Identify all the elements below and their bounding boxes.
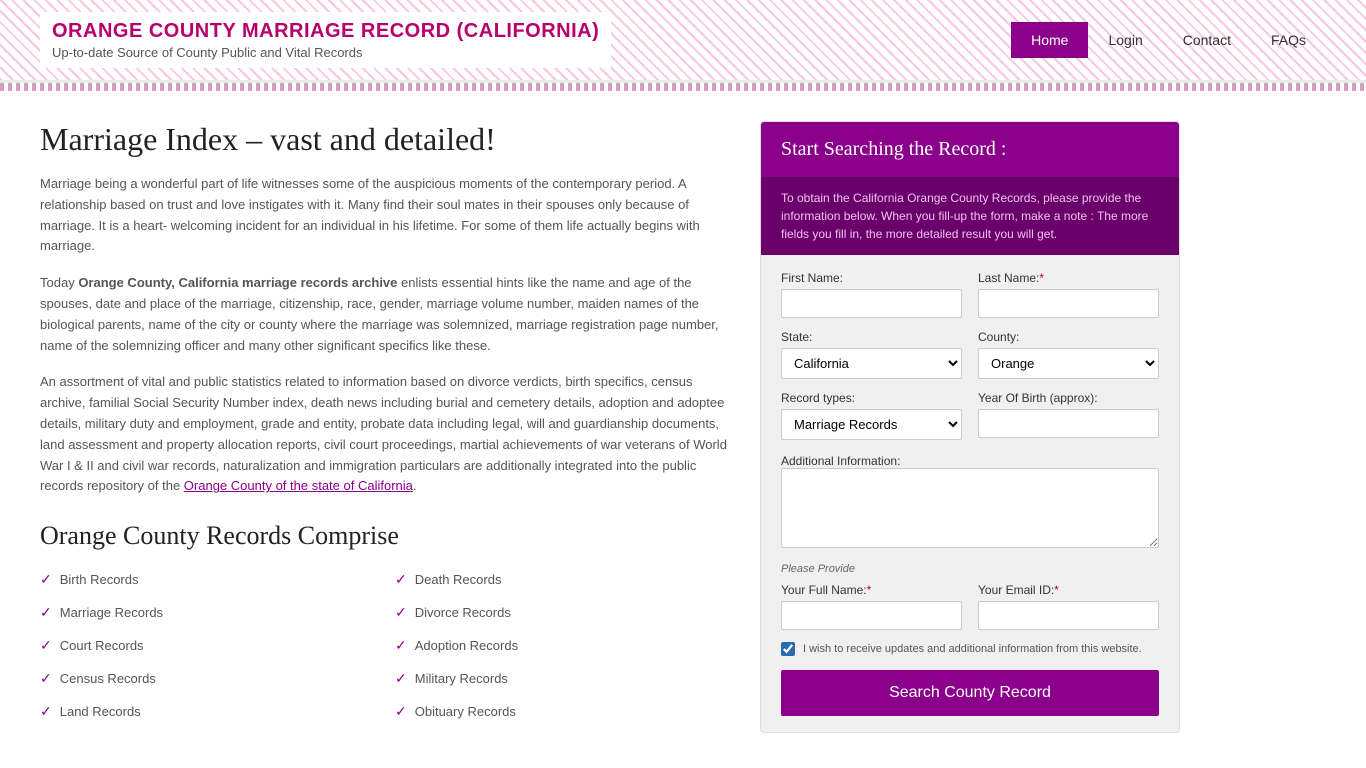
nav-faqs[interactable]: FAQs [1251, 22, 1326, 58]
list-item: ✓ Census Records [40, 666, 375, 691]
search-panel-description: To obtain the California Orange County R… [761, 177, 1179, 255]
last-name-input[interactable] [978, 289, 1159, 318]
check-icon: ✓ [40, 703, 52, 720]
check-icon: ✓ [40, 670, 52, 687]
header: ORANGE COUNTY MARRIAGE RECORD (CALIFORNI… [0, 0, 1366, 83]
state-county-row: State: California New York Texas Florida… [781, 330, 1159, 379]
first-name-label: First Name: [781, 271, 962, 285]
first-name-group: First Name: [781, 271, 962, 318]
name-row: First Name: Last Name:* [781, 271, 1159, 318]
state-select[interactable]: California New York Texas Florida [781, 348, 962, 379]
additional-info-textarea[interactable] [781, 468, 1159, 548]
paragraph-2: Today Orange County, California marriage… [40, 273, 730, 356]
record-type-label: Record types: [781, 391, 962, 405]
header-branding: ORANGE COUNTY MARRIAGE RECORD (CALIFORNI… [40, 12, 611, 68]
state-group: State: California New York Texas Florida [781, 330, 962, 379]
left-content: Marriage Index – vast and detailed! Marr… [40, 121, 730, 733]
state-label: State: [781, 330, 962, 344]
nav-contact[interactable]: Contact [1163, 22, 1251, 58]
email-label: Your Email ID:* [978, 583, 1159, 597]
last-name-required: * [1039, 271, 1044, 285]
record-type-group: Record types: Marriage Records Birth Rec… [781, 391, 962, 440]
site-title: ORANGE COUNTY MARRIAGE RECORD (CALIFORNI… [52, 20, 599, 43]
full-name-group: Your Full Name:* [781, 583, 962, 630]
newsletter-checkbox-row: I wish to receive updates and additional… [781, 642, 1159, 656]
list-item: ✓ Obituary Records [395, 699, 730, 724]
contact-row: Your Full Name:* Your Email ID:* [781, 583, 1159, 630]
paragraph-1: Marriage being a wonderful part of life … [40, 174, 730, 257]
email-group: Your Email ID:* [978, 583, 1159, 630]
main-nav: Home Login Contact FAQs [1011, 22, 1326, 58]
newsletter-label: I wish to receive updates and additional… [803, 643, 1142, 655]
site-subtitle: Up-to-date Source of County Public and V… [52, 45, 599, 60]
header-border-decoration [0, 83, 1366, 91]
list-item: ✓ Birth Records [40, 567, 375, 592]
check-icon: ✓ [395, 670, 407, 687]
check-icon: ✓ [40, 637, 52, 654]
search-panel-header: Start Searching the Record : [761, 122, 1179, 177]
newsletter-checkbox[interactable] [781, 642, 795, 656]
please-provide-label: Please Provide [781, 563, 1159, 575]
list-item: ✓ Death Records [395, 567, 730, 592]
county-select[interactable]: Orange Los Angeles San Diego Riverside [978, 348, 1159, 379]
list-item: ✓ Land Records [40, 699, 375, 724]
full-name-label: Your Full Name:* [781, 583, 962, 597]
nav-login[interactable]: Login [1088, 22, 1162, 58]
search-panel: Start Searching the Record : To obtain t… [760, 121, 1180, 733]
year-of-birth-input[interactable] [978, 409, 1159, 438]
list-item: ✓ Divorce Records [395, 600, 730, 625]
record-year-row: Record types: Marriage Records Birth Rec… [781, 391, 1159, 440]
email-input[interactable] [978, 601, 1159, 630]
nav-home[interactable]: Home [1011, 22, 1088, 58]
search-county-record-button[interactable]: Search County Record [781, 670, 1159, 716]
check-icon: ✓ [40, 604, 52, 621]
year-of-birth-group: Year Of Birth (approx): [978, 391, 1159, 440]
county-group: County: Orange Los Angeles San Diego Riv… [978, 330, 1159, 379]
search-form: First Name: Last Name:* State: [761, 255, 1179, 732]
full-name-required: * [867, 583, 872, 597]
list-item: ✓ Adoption Records [395, 633, 730, 658]
additional-info-label: Additional Information: [781, 454, 900, 468]
additional-info-group: Additional Information: [781, 452, 1159, 551]
check-icon: ✓ [40, 571, 52, 588]
county-label: County: [978, 330, 1159, 344]
check-icon: ✓ [395, 703, 407, 720]
main-container: Marriage Index – vast and detailed! Marr… [0, 91, 1366, 763]
records-grid: ✓ Birth Records ✓ Death Records ✓ Marria… [40, 567, 730, 724]
right-panel: Start Searching the Record : To obtain t… [760, 121, 1180, 733]
record-type-select[interactable]: Marriage Records Birth Records Death Rec… [781, 409, 962, 440]
full-name-input[interactable] [781, 601, 962, 630]
list-item: ✓ Court Records [40, 633, 375, 658]
list-item: ✓ Marriage Records [40, 600, 375, 625]
last-name-group: Last Name:* [978, 271, 1159, 318]
last-name-label: Last Name:* [978, 271, 1159, 285]
records-heading: Orange County Records Comprise [40, 521, 730, 551]
first-name-input[interactable] [781, 289, 962, 318]
main-heading: Marriage Index – vast and detailed! [40, 121, 730, 158]
paragraph-3: An assortment of vital and public statis… [40, 372, 730, 497]
email-required: * [1054, 583, 1059, 597]
list-item: ✓ Military Records [395, 666, 730, 691]
check-icon: ✓ [395, 604, 407, 621]
check-icon: ✓ [395, 571, 407, 588]
year-of-birth-label: Year Of Birth (approx): [978, 391, 1159, 405]
check-icon: ✓ [395, 637, 407, 654]
